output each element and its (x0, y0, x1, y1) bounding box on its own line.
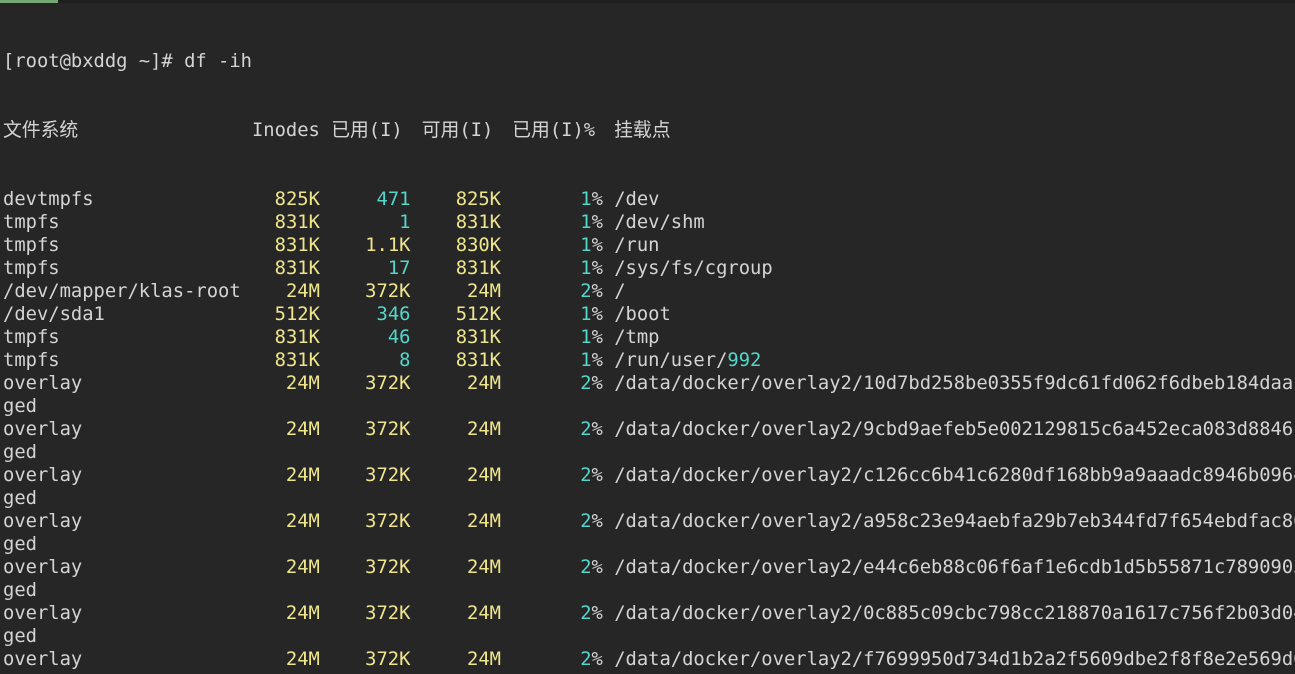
terminal-line: overlay 24M 372K 24M 2% /data/docker/ove… (3, 418, 1295, 441)
terminal-line-wrap: ged (3, 533, 1295, 556)
terminal-line: tmpfs 831K 1 831K 1% /dev/shm (3, 211, 1295, 234)
terminal-line: overlay 24M 372K 24M 2% /data/docker/ove… (3, 556, 1295, 579)
terminal-line: /dev/mapper/klas-root 24M 372K 24M 2% / (3, 280, 1295, 303)
terminal-line: overlay 24M 372K 24M 2% /data/docker/ove… (3, 648, 1295, 671)
terminal-line: tmpfs 831K 46 831K 1% /tmp (3, 326, 1295, 349)
terminal-line-wrap: ged (3, 579, 1295, 602)
terminal-line: overlay 24M 372K 24M 2% /data/docker/ove… (3, 464, 1295, 487)
terminal-line: overlay 24M 372K 24M 2% /data/docker/ove… (3, 372, 1295, 395)
terminal-line-wrap: ged (3, 625, 1295, 648)
terminal-line: devtmpfs 825K 471 825K 1% /dev (3, 188, 1295, 211)
terminal-output: [root@bxddg ~]# df -ih 文件系统 Inodes 已用(I)… (3, 4, 1295, 674)
terminal-line: tmpfs 831K 17 831K 1% /sys/fs/cgroup (3, 257, 1295, 280)
terminal-line: overlay 24M 372K 24M 2% /data/docker/ove… (3, 510, 1295, 533)
window-top-strip (0, 0, 1295, 3)
terminal-line: tmpfs 831K 8 831K 1% /run/user/992 (3, 349, 1295, 372)
shell-command-line: [root@bxddg ~]# df -ih (3, 50, 1295, 73)
terminal-line-wrap: ged (3, 487, 1295, 510)
terminal-line-wrap: ged (3, 441, 1295, 464)
terminal-line: overlay 24M 372K 24M 2% /data/docker/ove… (3, 602, 1295, 625)
terminal-rows: devtmpfs 825K 471 825K 1% /devtmpfs 831K… (3, 188, 1295, 674)
terminal-line-wrap: ged (3, 395, 1295, 418)
active-tab-indicator (0, 0, 58, 3)
terminal-header-line: 文件系统 Inodes 已用(I) 可用(I) 已用(I)% 挂载点 (3, 119, 1295, 142)
terminal-line: tmpfs 831K 1.1K 830K 1% /run (3, 234, 1295, 257)
terminal-line: /dev/sda1 512K 346 512K 1% /boot (3, 303, 1295, 326)
